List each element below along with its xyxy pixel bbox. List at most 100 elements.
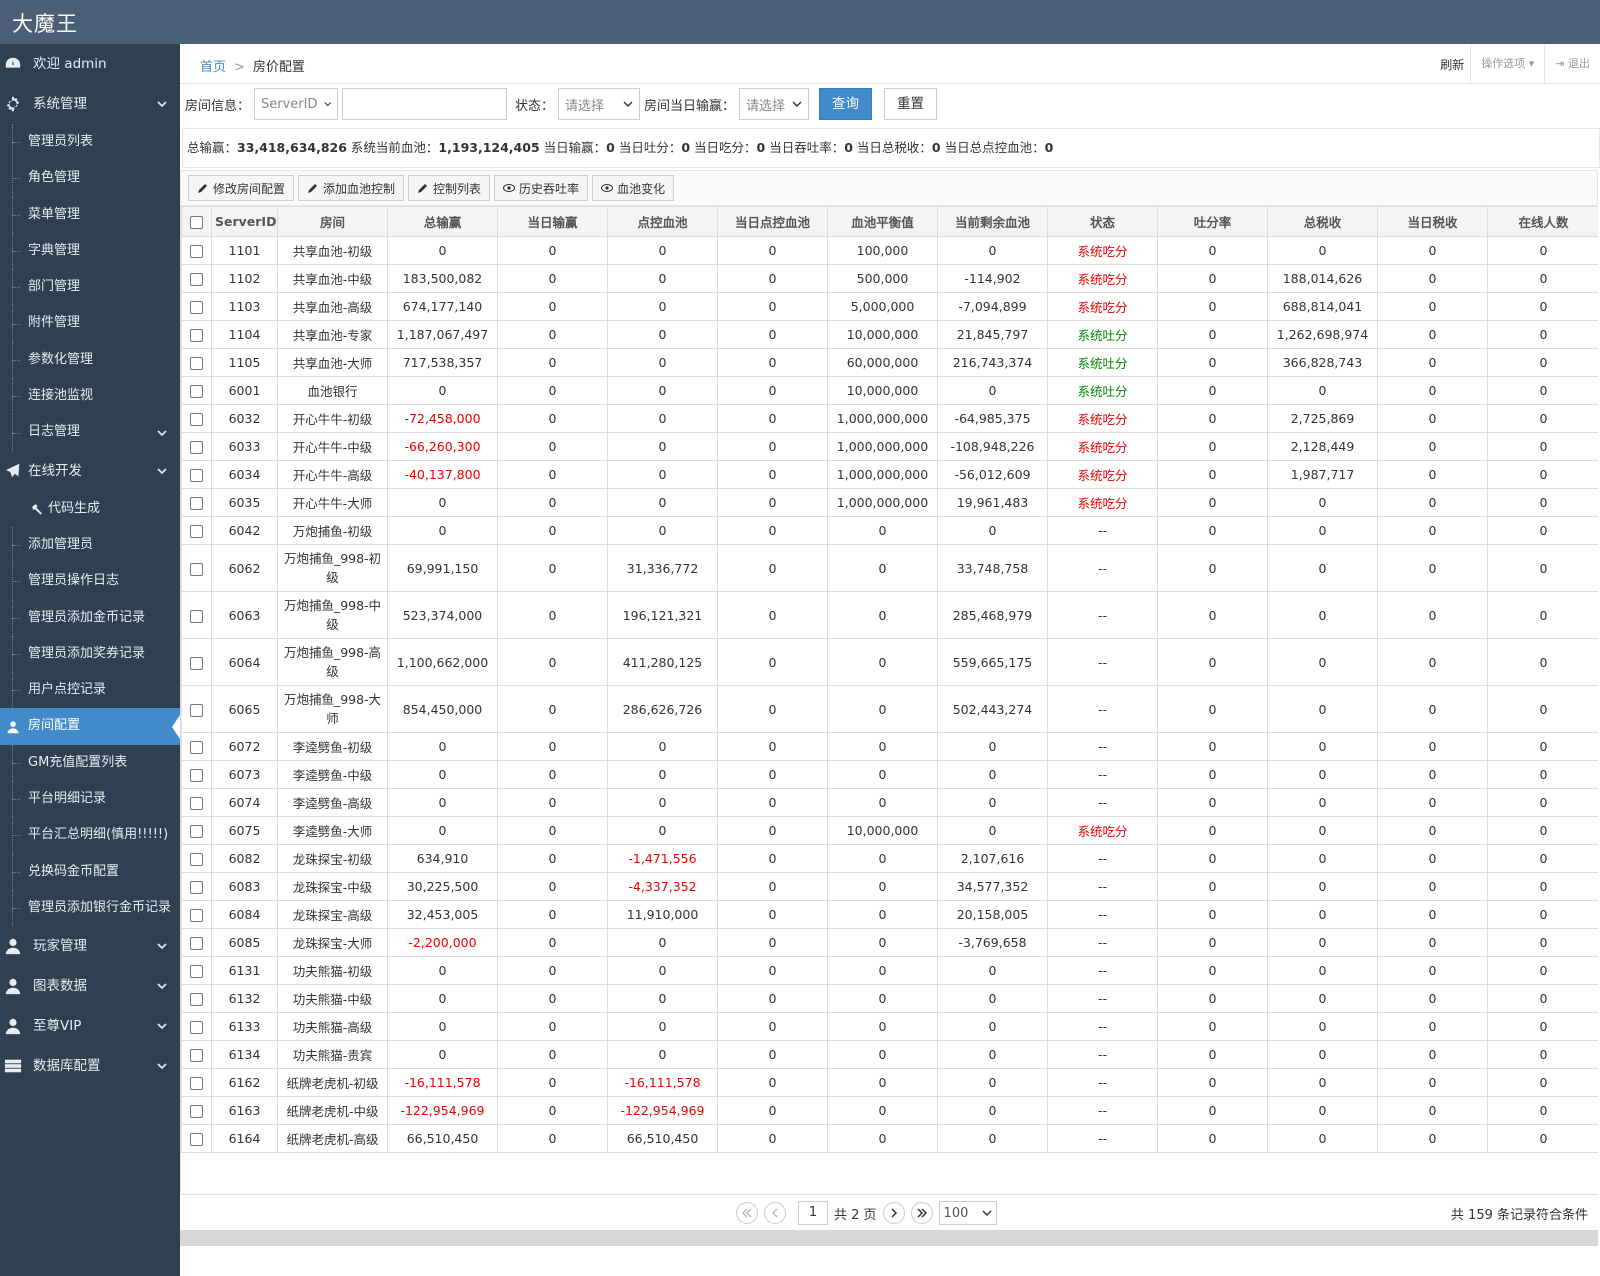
- column-header[interactable]: 当日点控血池: [717, 206, 828, 237]
- row-checkbox[interactable]: [190, 609, 203, 623]
- table-row[interactable]: 6163 纸牌老虎机-中级 -122,954,969 0 -122,954,969 0 0 0…: [181, 1096, 1598, 1125]
- sidebar-item-admin-gold-log[interactable]: 管理员添加金币记录: [0, 599, 180, 636]
- row-checkbox[interactable]: [190, 245, 203, 258]
- row-select-cell[interactable]: [181, 348, 212, 377]
- table-row[interactable]: 6162 纸牌老虎机-初级 -16,111,578 0 -16,111,578 0 0 0 --…: [181, 1068, 1598, 1097]
- table-row[interactable]: 1105 共享血池-大师 717,538,357 0 0 0 60,000,000 216,7…: [181, 348, 1598, 377]
- sidebar-item-add-admin[interactable]: 添加管理员: [0, 526, 180, 564]
- table-row[interactable]: 6132 功夫熊猫-中级 0 0 0 0 0 0 -- 0 0 0 0: [181, 984, 1598, 1013]
- sidebar-item-dept-mgmt[interactable]: 部门管理: [0, 269, 180, 306]
- table-row[interactable]: 1101 共享血池-初级 0 0 0 0 100,000 0 系统吃分 0 0 0 0: [181, 236, 1598, 265]
- daily-winloss-select[interactable]: 请选择: [739, 88, 810, 120]
- row-select-cell[interactable]: [181, 488, 212, 517]
- sidebar-vip[interactable]: 至尊VIP: [0, 1006, 180, 1046]
- row-select-cell[interactable]: [181, 956, 212, 985]
- table-row[interactable]: 6084 龙珠探宝-高级 32,453,005 0 11,910,000 0 0 20,158…: [181, 900, 1598, 929]
- row-checkbox[interactable]: [190, 1133, 203, 1146]
- table-row[interactable]: 1102 共享血池-中级 183,500,082 0 0 0 500,000 -114,902…: [181, 264, 1598, 293]
- serverid-select[interactable]: ServerID: [254, 88, 339, 120]
- sidebar-item-codegen[interactable]: 代码生成: [0, 491, 180, 527]
- row-select-cell[interactable]: [181, 404, 212, 433]
- table-row[interactable]: 6001 血池银行 0 0 0 0 10,000,000 0 系统吐分 0 0 0 0: [181, 376, 1598, 405]
- row-select-cell[interactable]: [181, 732, 212, 761]
- row-checkbox[interactable]: [190, 273, 203, 286]
- row-checkbox[interactable]: [190, 329, 203, 342]
- row-select-cell[interactable]: [181, 1068, 212, 1097]
- column-header[interactable]: 当日税收: [1377, 206, 1488, 237]
- row-select-cell[interactable]: [181, 844, 212, 873]
- table-row[interactable]: 1104 共享血池-专家 1,187,067,497 0 0 0 10,000,000 21,…: [181, 320, 1598, 349]
- row-checkbox[interactable]: [190, 301, 203, 314]
- table-row[interactable]: 6064 万炮捕鱼_998-高级 1,100,662,000 0 411,280,125…: [181, 638, 1598, 686]
- column-header[interactable]: ServerID: [211, 206, 278, 237]
- row-select-cell[interactable]: [181, 544, 212, 592]
- sidebar-chart-data[interactable]: 图表数据: [0, 966, 180, 1006]
- sidebar-item-redeem-gold[interactable]: 兑换码金币配置: [0, 853, 180, 890]
- row-select-cell[interactable]: [181, 816, 212, 845]
- sidebar-system-mgmt[interactable]: 系统管理: [0, 84, 180, 124]
- row-select-cell[interactable]: [181, 872, 212, 901]
- row-checkbox[interactable]: [190, 1049, 203, 1062]
- row-checkbox[interactable]: [190, 993, 203, 1006]
- sidebar-item-user-control-log[interactable]: 用户点控记录: [0, 672, 180, 709]
- table-row[interactable]: 6074 李逵劈鱼-高级 0 0 0 0 0 0 -- 0 0 0 0: [181, 788, 1598, 817]
- row-select-cell[interactable]: [181, 292, 212, 321]
- sidebar-item-admin-bank-log[interactable]: 管理员添加银行金币记录: [0, 889, 180, 927]
- column-header[interactable]: 房间: [277, 206, 388, 237]
- column-header[interactable]: 状态: [1047, 206, 1158, 237]
- room-info-input[interactable]: [342, 88, 508, 120]
- row-checkbox[interactable]: [190, 1077, 203, 1090]
- row-checkbox[interactable]: [190, 441, 203, 454]
- last-page-button[interactable]: [910, 1202, 933, 1224]
- column-header[interactable]: 当前剩余血池: [937, 206, 1048, 237]
- page-size-select[interactable]: 100: [938, 1201, 997, 1225]
- table-row[interactable]: 6075 李逵劈鱼-大师 0 0 0 0 10,000,000 0 系统吃分 0 0 0 0: [181, 816, 1598, 845]
- pool-change-button[interactable]: 血池变化: [592, 175, 675, 201]
- row-select-cell[interactable]: [181, 788, 212, 817]
- row-checkbox[interactable]: [190, 797, 203, 810]
- row-select-cell[interactable]: [181, 591, 212, 639]
- row-checkbox[interactable]: [190, 385, 203, 398]
- sidebar-db-config[interactable]: 数据库配置: [0, 1046, 180, 1086]
- sidebar-welcome[interactable]: 欢迎 admin: [0, 44, 180, 84]
- status-select[interactable]: 请选择: [558, 88, 641, 120]
- table-row[interactable]: 6083 龙珠探宝-中级 30,225,500 0 -4,337,352 0 0 34,577…: [181, 872, 1598, 901]
- row-checkbox[interactable]: [190, 853, 203, 866]
- row-checkbox[interactable]: [190, 769, 203, 782]
- row-select-cell[interactable]: [181, 460, 212, 489]
- row-checkbox[interactable]: [190, 497, 203, 510]
- logout-button[interactable]: ⇥ 退出: [1544, 44, 1600, 84]
- row-select-cell[interactable]: [181, 760, 212, 789]
- table-row[interactable]: 6042 万炮捕鱼-初级 0 0 0 0 0 0 -- 0 0 0 0: [181, 516, 1598, 545]
- table-row[interactable]: 6134 功夫熊猫-贵宾 0 0 0 0 0 0 -- 0 0 0 0: [181, 1040, 1598, 1069]
- row-select-cell[interactable]: [181, 638, 212, 686]
- sidebar-player-mgmt[interactable]: 玩家管理: [0, 926, 180, 966]
- page-number-input[interactable]: 1: [798, 1201, 828, 1225]
- sidebar-item-param-mgmt[interactable]: 参数化管理: [0, 341, 180, 379]
- add-pool-control-button[interactable]: 添加血池控制: [298, 175, 405, 201]
- query-button[interactable]: 查询: [819, 88, 873, 120]
- edit-room-config-button[interactable]: 修改房间配置: [188, 175, 295, 201]
- column-header[interactable]: 血池平衡值: [827, 206, 938, 237]
- row-select-cell[interactable]: [181, 928, 212, 957]
- select-all-checkbox[interactable]: [190, 216, 203, 229]
- row-checkbox[interactable]: [190, 469, 203, 482]
- horizontal-scrollbar[interactable]: [180, 1230, 1598, 1246]
- row-select-cell[interactable]: [181, 900, 212, 929]
- row-select-cell[interactable]: [181, 1040, 212, 1069]
- row-checkbox[interactable]: [190, 741, 203, 754]
- breadcrumb-home[interactable]: 首页: [200, 60, 226, 75]
- table-row[interactable]: 6085 龙珠探宝-大师 -2,200,000 0 0 0 0 -3,769,658 -- 0 0 0…: [181, 928, 1598, 957]
- sidebar-item-pool-monitor[interactable]: 连接池监视: [0, 378, 180, 415]
- column-header[interactable]: 总输赢: [387, 206, 498, 237]
- sidebar-item-admin-list[interactable]: 管理员列表: [0, 124, 180, 161]
- options-dropdown[interactable]: 操作选项 ▾: [1470, 44, 1544, 84]
- column-header[interactable]: 在线人数: [1487, 206, 1598, 237]
- sidebar-item-platform-summary[interactable]: 平台汇总明细(慎用!!!!!): [0, 817, 180, 854]
- row-checkbox[interactable]: [190, 562, 203, 576]
- table-row[interactable]: 6034 开心牛牛-高级 -40,137,800 0 0 0 1,000,000,000 -5…: [181, 460, 1598, 489]
- table-row[interactable]: 6073 李逵劈鱼-中级 0 0 0 0 0 0 -- 0 0 0 0: [181, 760, 1598, 789]
- row-checkbox[interactable]: [190, 525, 203, 538]
- row-checkbox[interactable]: [190, 909, 203, 922]
- table-row[interactable]: 6065 万炮捕鱼_998-大师 854,450,000 0 286,626,726 0 0…: [181, 685, 1598, 733]
